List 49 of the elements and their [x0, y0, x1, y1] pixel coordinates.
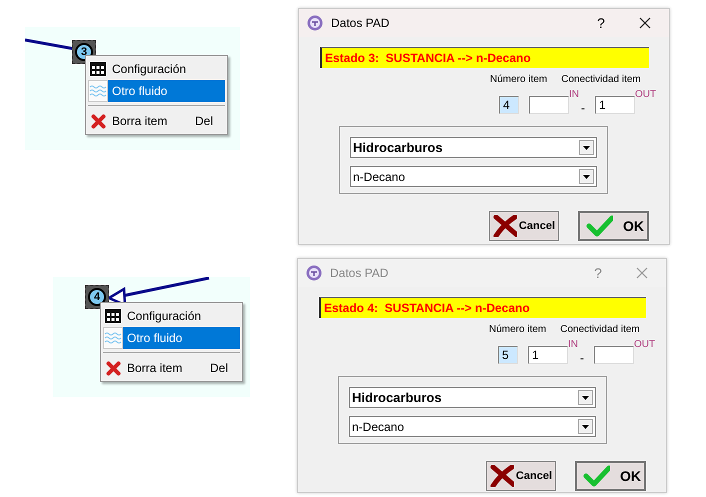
in-field[interactable]: 1 — [528, 346, 568, 364]
checkmark-icon — [583, 465, 610, 487]
in-label: IN — [569, 89, 580, 101]
category-dropdown[interactable]: Hidrocarburos — [350, 137, 597, 158]
app-icon — [306, 265, 322, 281]
menu-item[interactable]: Borra item Del — [86, 110, 227, 132]
separator-dash: - — [580, 351, 584, 365]
help-button[interactable]: ? — [591, 15, 611, 31]
window-title: Datos PAD — [331, 16, 390, 30]
ok-button[interactable]: OK — [578, 211, 649, 241]
in-label: IN — [568, 339, 579, 351]
dropdown-caret-icon — [578, 390, 593, 405]
waves-icon — [89, 83, 107, 99]
separator-dash: - — [581, 101, 585, 115]
number-item-label: Número item — [489, 324, 546, 335]
delete-icon — [106, 360, 120, 376]
waves-icon — [104, 330, 122, 346]
category-dropdown[interactable]: Hidrocarburos — [349, 387, 596, 408]
dropdown-caret-icon — [579, 169, 594, 184]
out-field[interactable] — [594, 346, 634, 364]
close-icon — [636, 267, 648, 279]
in-field[interactable] — [529, 96, 569, 114]
status-banner: Estado 3: SUSTANCIA --> n-Decano — [320, 47, 649, 68]
checkmark-icon — [586, 215, 613, 237]
out-label: OUT — [634, 339, 656, 351]
substance-dropdown[interactable]: n-Decano — [350, 166, 597, 187]
number-field[interactable]: 5 — [498, 346, 518, 364]
cancel-button[interactable]: Cancel — [486, 461, 556, 491]
dropdown-caret-icon — [579, 140, 594, 155]
window-title: Datos PAD — [330, 266, 390, 280]
grid-icon — [90, 62, 106, 76]
cross-icon — [490, 465, 514, 487]
grid-icon — [105, 309, 121, 323]
status-banner: Estado 4: SUSTANCIA --> n-Decano — [319, 297, 646, 318]
close-icon — [639, 17, 651, 29]
ok-button[interactable]: OK — [575, 461, 646, 491]
menu-item[interactable]: Borra item Del — [101, 357, 242, 379]
dropdown-caret-icon — [578, 419, 593, 434]
cancel-button[interactable]: Cancel — [489, 211, 559, 241]
cross-icon — [493, 215, 517, 237]
substance-dropdown[interactable]: n-Decano — [349, 416, 596, 437]
delete-icon — [90, 114, 106, 128]
out-label: OUT — [635, 89, 658, 101]
out-field[interactable]: 1 — [595, 96, 635, 114]
connectivity-label: Conectividad item — [561, 74, 641, 85]
app-icon — [307, 15, 323, 31]
number-item-label: Número item — [490, 74, 548, 85]
connectivity-label: Conectividad item — [560, 324, 640, 335]
number-field[interactable]: 4 — [499, 96, 519, 114]
